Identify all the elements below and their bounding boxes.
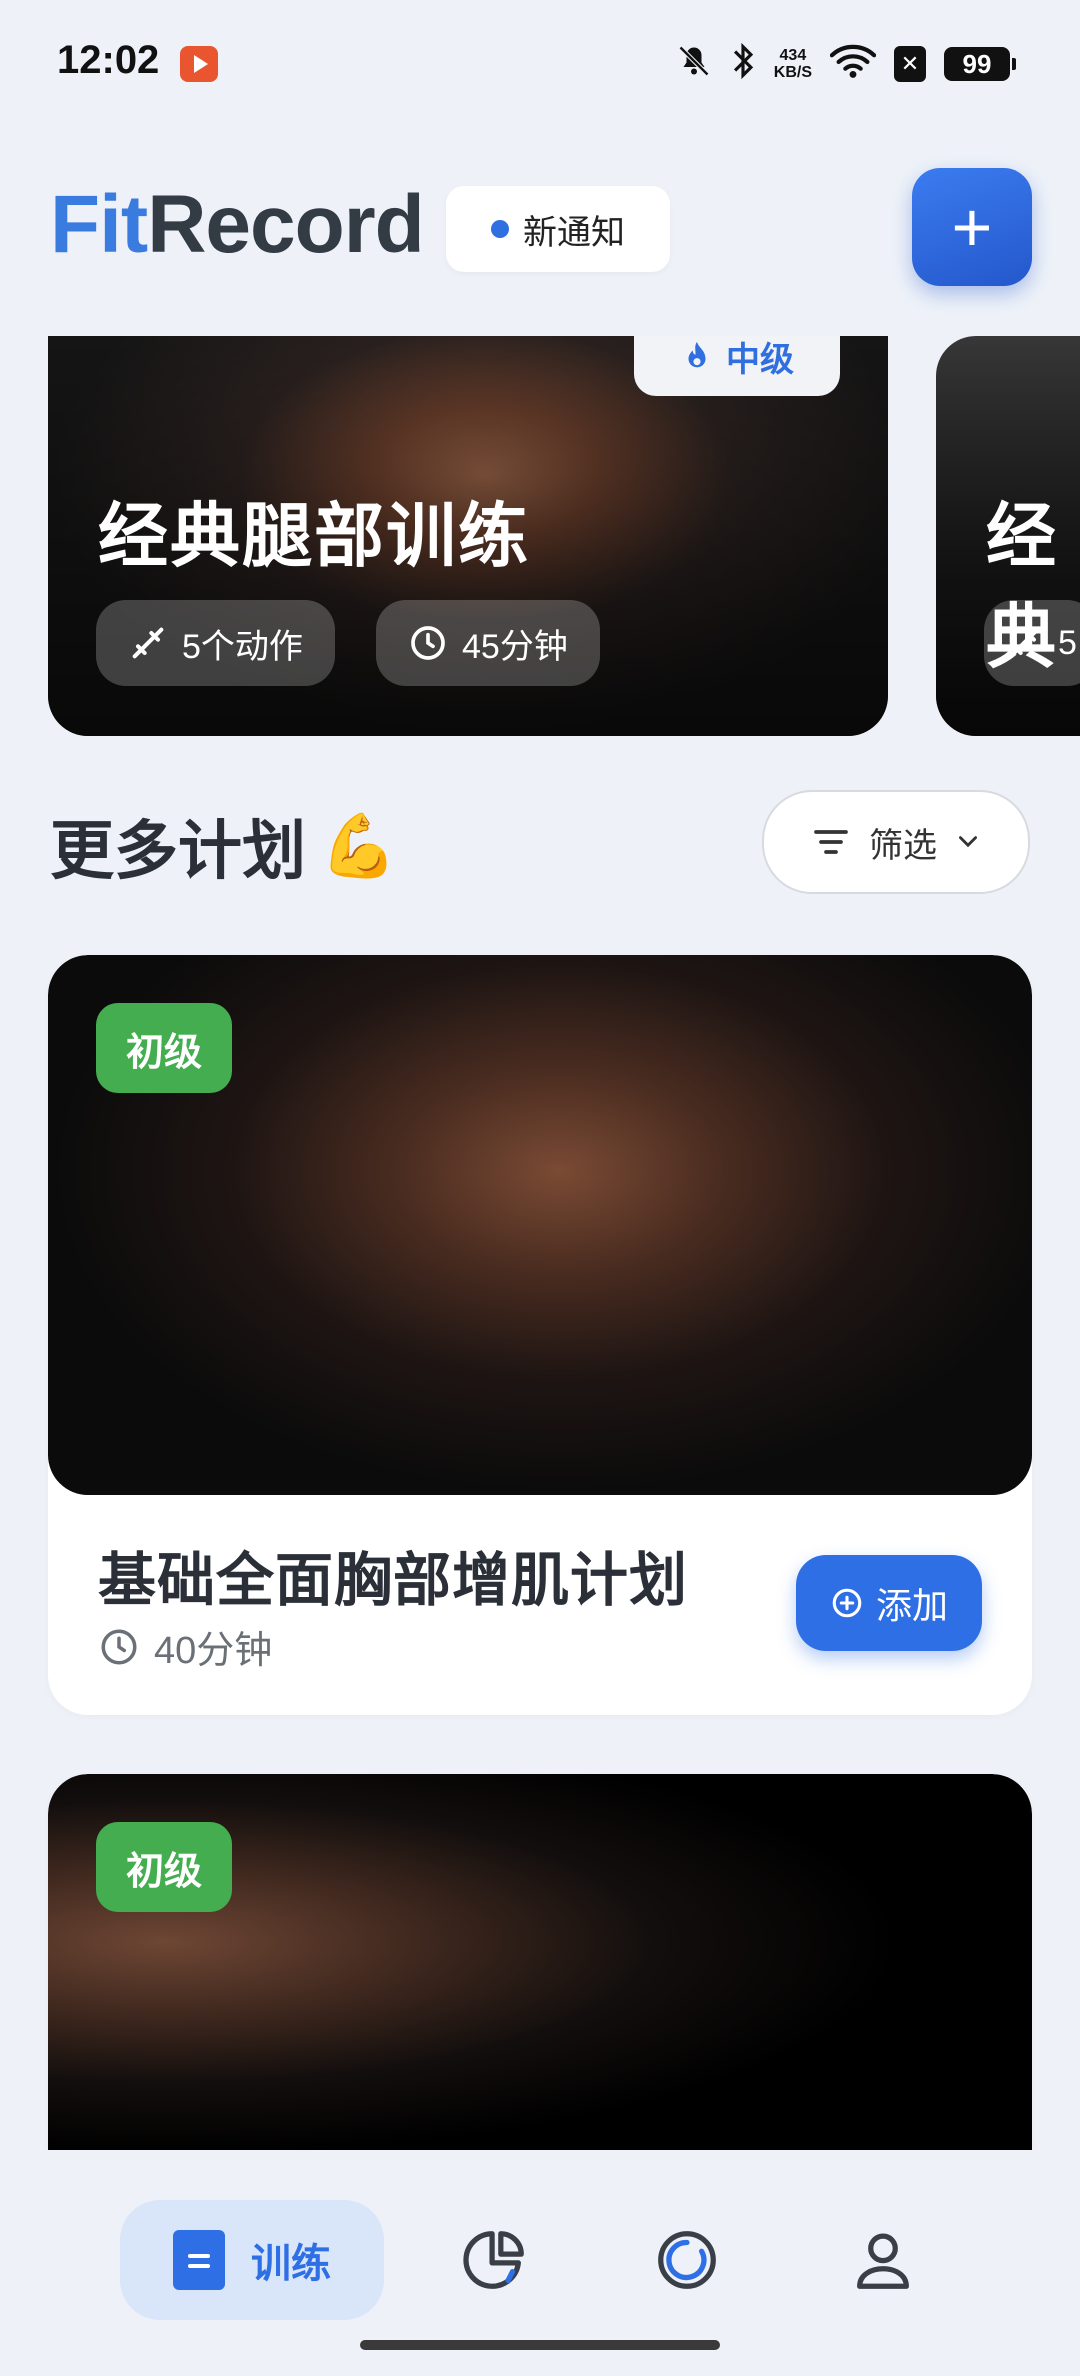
stats-pie-icon [463, 2231, 524, 2289]
exercise-count-chip: 5 [984, 600, 1080, 686]
level-badge-intermediate: 中级 [634, 336, 840, 396]
nav-tab-training-label: 训练 [251, 2242, 331, 2286]
app-notification-icon [180, 46, 218, 82]
exercise-count-chip: 5个动作 [96, 600, 335, 686]
clock-icon [101, 1629, 137, 1664]
duration-label: 45分钟 [462, 627, 568, 666]
dumbbell-icon [132, 627, 164, 659]
status-bar: 12:02 434 KB/S ✕ 99 [0, 0, 1080, 128]
plan-duration-label: 40分钟 [154, 1630, 273, 1672]
battery-icon: 99 [944, 47, 1016, 81]
filter-icon [814, 830, 848, 854]
plan-image: 初级 [48, 1774, 1032, 2194]
nav-tab-training[interactable]: 训练 [120, 2200, 384, 2320]
app-title-rest: Record [147, 179, 425, 270]
filter-label: 筛选 [869, 826, 937, 865]
mute-bell-icon [676, 42, 712, 86]
section-title: 更多计划 💪 [50, 800, 397, 892]
notification-pill[interactable]: 新通知 [446, 186, 670, 272]
plus-circle-icon [832, 1588, 862, 1618]
training-icon [173, 2230, 225, 2290]
plan-card[interactable]: 初级 基础全面胸部增肌计划 40分钟 添加 [48, 955, 1032, 1715]
status-icons: 434 KB/S ✕ 99 [676, 40, 1016, 88]
progress-ring-icon [658, 2231, 716, 2289]
app-title: FitRecord [50, 178, 425, 272]
add-button-label: 添加 [875, 1585, 948, 1626]
level-badge-label: 中级 [726, 340, 794, 379]
nav-tab-stats[interactable] [440, 2200, 550, 2320]
nav-tab-profile[interactable] [828, 2200, 938, 2320]
featured-plan-card-next[interactable]: 经典 5 [936, 336, 1080, 736]
clock-icon [411, 626, 445, 660]
flame-icon [688, 341, 706, 368]
battery-level: 99 [962, 48, 992, 79]
filter-button[interactable]: 筛选 [762, 790, 1030, 894]
sim-x-icon: ✕ [894, 46, 926, 82]
chevron-down-icon [959, 836, 977, 848]
add-plan-to-list-button[interactable]: 添加 [796, 1555, 982, 1651]
dumbbell-icon [1008, 627, 1040, 659]
wifi-icon [829, 43, 877, 85]
featured-plan-card[interactable]: 中级 经典腿部训练 5个动作 45分钟 [48, 336, 888, 736]
level-badge-beginner: 初级 [96, 1003, 233, 1093]
plan-card[interactable]: 初级 [48, 1774, 1032, 2194]
section-title-text: 更多计划 [50, 815, 306, 887]
network-speed-value: 434 [779, 47, 807, 64]
network-speed: 434 KB/S [774, 47, 812, 81]
notification-dot-icon [491, 220, 509, 238]
app-title-accent: Fit [50, 179, 148, 270]
level-badge-beginner: 初级 [96, 1822, 233, 1912]
plan-title: 基础全面胸部增肌计划 [98, 1548, 689, 1613]
profile-icon [857, 2233, 909, 2289]
status-time: 12:02 [57, 38, 160, 82]
home-indicator[interactable] [360, 2340, 720, 2350]
network-speed-unit: KB/S [773, 64, 812, 81]
bluetooth-icon [730, 42, 756, 86]
duration-chip: 45分钟 [376, 600, 600, 686]
exercise-count: 5 [1058, 623, 1077, 662]
plan-image: 初级 [48, 955, 1032, 1495]
flexed-biceps-icon: 💪 [320, 811, 398, 881]
notification-label: 新通知 [523, 213, 625, 252]
plan-duration: 40分钟 [98, 1619, 272, 1674]
nav-tab-progress[interactable] [632, 2200, 742, 2320]
featured-plan-title: 经典腿部训练 [98, 497, 530, 575]
exercise-count: 5个动作 [182, 627, 303, 666]
add-plan-button[interactable]: + [912, 168, 1032, 286]
